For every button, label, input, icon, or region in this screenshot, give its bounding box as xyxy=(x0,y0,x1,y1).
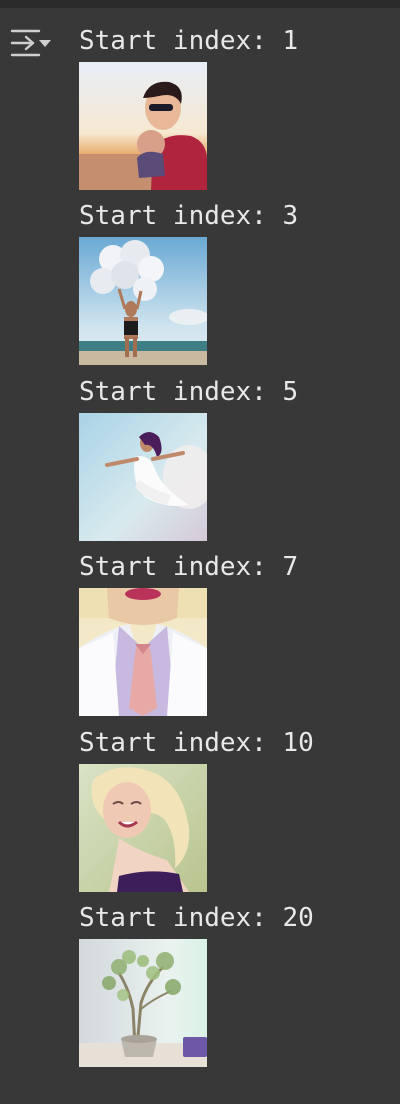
output-block: Start index: 10 xyxy=(79,724,379,899)
output-block: Start index: 5 xyxy=(79,373,379,548)
output-block: Start index: 7 xyxy=(79,548,379,723)
start-index-label: Start index: 20 xyxy=(79,902,314,933)
top-strip xyxy=(0,0,400,8)
start-index-label: Start index: 5 xyxy=(79,376,299,407)
output-block: Start index: 20 xyxy=(79,899,379,1074)
output-image xyxy=(79,412,207,541)
start-index-label: Start index: 1 xyxy=(79,26,299,56)
output-block: Start index: 3 xyxy=(79,197,379,372)
output-image xyxy=(79,938,207,1067)
collapse-output-icon xyxy=(10,29,51,57)
start-index-label: Start index: 3 xyxy=(79,201,299,232)
output-image xyxy=(79,237,207,366)
collapse-output-button[interactable] xyxy=(6,22,54,64)
output-image xyxy=(79,763,207,892)
output-block: Start index: 1 xyxy=(79,22,379,197)
start-index-label: Start index: 7 xyxy=(79,552,299,583)
start-index-label: Start index: 10 xyxy=(79,727,314,758)
output-gutter xyxy=(0,8,64,1104)
cell-output: Start index: 1 Start index: 3 Start inde… xyxy=(79,22,379,1074)
output-image xyxy=(79,62,207,190)
output-image xyxy=(79,588,207,717)
